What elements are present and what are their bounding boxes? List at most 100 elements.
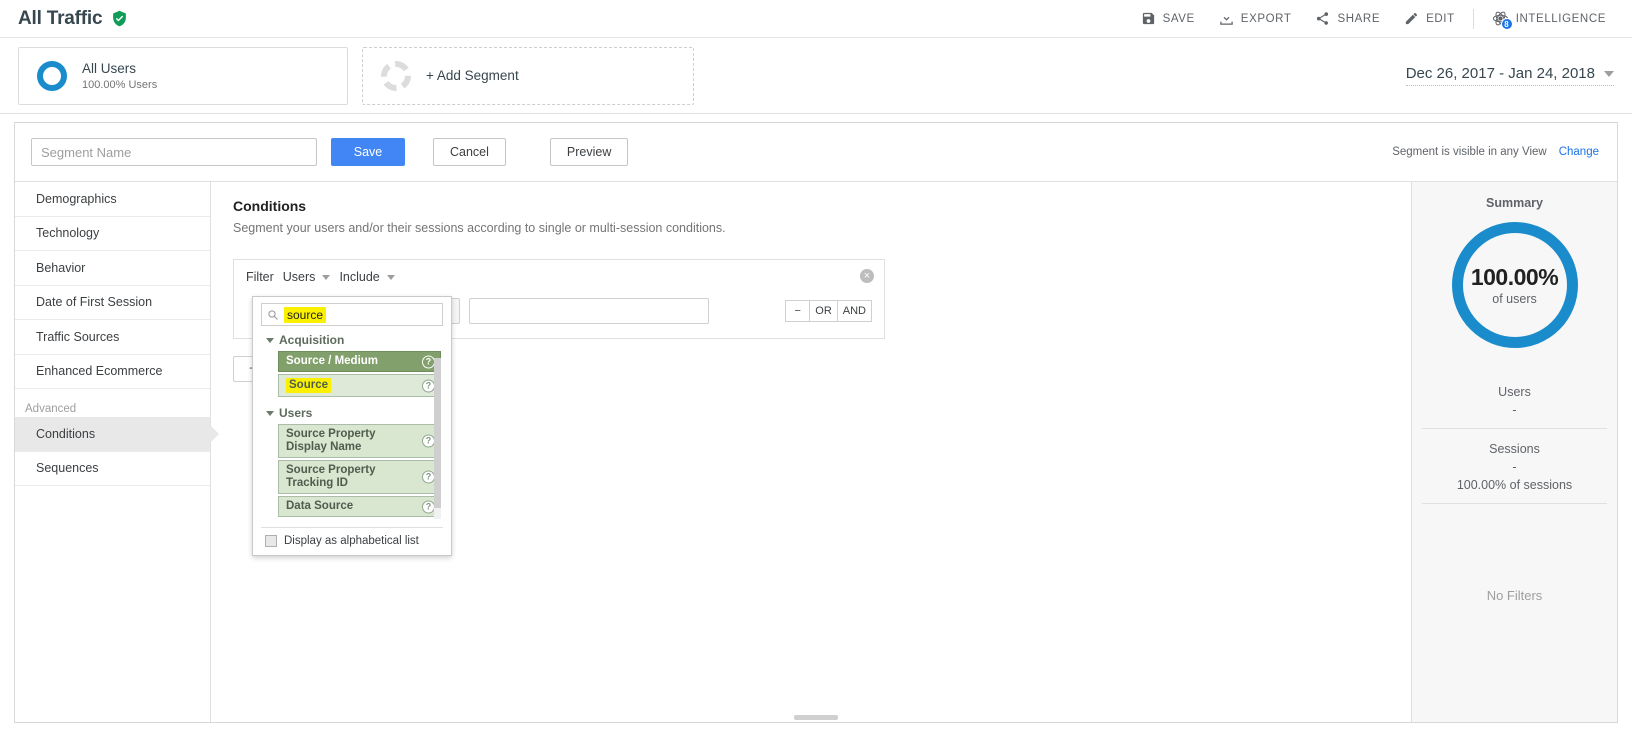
dropdown-item-label: Source / Medium: [286, 355, 378, 368]
dropdown-item-source[interactable]: Source ?: [278, 374, 441, 397]
dropdown-item-source-property-tracking-id[interactable]: Source Property Tracking ID ?: [278, 460, 441, 494]
toolbar-actions: SAVE EXPORT SHARE EDIT: [1129, 5, 1618, 32]
preview-button[interactable]: Preview: [550, 138, 628, 166]
filter-header: Filter Users Include: [246, 270, 872, 284]
save-button[interactable]: SAVE: [1129, 6, 1207, 31]
date-range-picker[interactable]: Dec 26, 2017 - Jan 24, 2018: [1406, 65, 1614, 86]
sidebar-item-enhanced-ecommerce[interactable]: Enhanced Ecommerce: [15, 355, 210, 390]
chevron-down-icon: [387, 275, 395, 280]
sidebar-item-date-of-first-session[interactable]: Date of First Session: [15, 286, 210, 321]
segment-editor-panel: Save Cancel Preview Segment is visible i…: [14, 122, 1618, 723]
segment-editor-toolbar: Save Cancel Preview Segment is visible i…: [15, 123, 1617, 181]
all-users-name: All Users: [82, 61, 157, 76]
segment-name-input[interactable]: [31, 138, 317, 166]
segment-chip-all-users[interactable]: All Users 100.00% Users: [18, 47, 348, 105]
edit-button[interactable]: EDIT: [1392, 6, 1467, 31]
dropdown-item-label: Data Source: [286, 500, 353, 513]
conditions-description: Segment your users and/or their sessions…: [233, 221, 1389, 235]
sidebar-item-behavior[interactable]: Behavior: [15, 251, 210, 286]
add-segment-donut-icon: [381, 61, 411, 91]
sidebar-group-advanced: Advanced: [15, 389, 210, 417]
sidebar-label-traffic-sources: Traffic Sources: [36, 330, 119, 344]
summary-title: Summary: [1486, 196, 1543, 210]
analytics-screen: All Traffic SAVE EXPORT: [0, 0, 1632, 731]
dropdown-item-source-medium[interactable]: Source / Medium ?: [278, 351, 441, 372]
sidebar-item-sequences[interactable]: Sequences: [15, 452, 210, 487]
filter-label: Filter: [246, 270, 274, 284]
share-icon: [1315, 11, 1330, 26]
summary-sessions-percent: 100.00% of sessions: [1422, 478, 1607, 492]
intelligence-button-label: INTELLIGENCE: [1516, 13, 1606, 25]
sidebar-item-technology[interactable]: Technology: [15, 217, 210, 252]
alphabetical-list-row[interactable]: Display as alphabetical list: [261, 527, 443, 549]
sidebar-label-demographics: Demographics: [36, 192, 117, 206]
page-title: All Traffic: [18, 8, 102, 30]
segment-visibility: Segment is visible in any View Change: [1392, 146, 1601, 158]
editor-sidebar: Demographics Technology Behavior Date of…: [15, 182, 211, 722]
sidebar-item-traffic-sources[interactable]: Traffic Sources: [15, 320, 210, 355]
dropdown-scrollbar-thumb[interactable]: [434, 358, 441, 508]
filter-value-input[interactable]: [469, 298, 709, 324]
dropdown-item-label: Source Property Display Name: [286, 428, 414, 454]
save-button-label: SAVE: [1163, 13, 1195, 25]
add-segment-label: + Add Segment: [426, 68, 519, 83]
dropdown-group-users[interactable]: Users: [261, 399, 441, 424]
summary-donut-chart: 100.00% of users: [1452, 222, 1578, 348]
dimension-search-value: source: [284, 307, 326, 323]
filter-scope-select[interactable]: Users: [283, 270, 331, 284]
summary-percent: 100.00%: [1471, 264, 1558, 291]
dropdown-item-data-source[interactable]: Data Source ?: [278, 496, 441, 517]
save-segment-button[interactable]: Save: [331, 138, 405, 166]
and-button[interactable]: AND: [837, 300, 872, 322]
visibility-text: Segment is visible in any View: [1392, 146, 1546, 158]
chevron-down-icon: [322, 275, 330, 280]
summary-panel: Summary 100.00% of users Users - Session…: [1411, 182, 1617, 722]
segment-bar: All Users 100.00% Users + Add Segment De…: [0, 38, 1632, 114]
export-download-icon: [1219, 11, 1234, 26]
resize-handle[interactable]: [794, 715, 838, 720]
sidebar-label-date-of-first-session: Date of First Session: [36, 295, 152, 309]
intelligence-button[interactable]: 8 INTELLIGENCE: [1480, 5, 1618, 32]
dropdown-group-label: Users: [279, 406, 312, 420]
caret-down-icon: [266, 411, 274, 416]
dimension-options-list[interactable]: Acquisition Source / Medium ? Source ?: [261, 326, 443, 519]
dropdown-group-label: Acquisition: [279, 333, 344, 347]
alphabetical-checkbox[interactable]: [265, 535, 277, 547]
summary-users-value: -: [1422, 403, 1607, 417]
dropdown-group-acquisition[interactable]: Acquisition: [261, 326, 441, 351]
filter-mode-select[interactable]: Include: [339, 270, 394, 284]
caret-down-icon: [266, 338, 274, 343]
pencil-edit-icon: [1404, 11, 1419, 26]
add-segment-button[interactable]: + Add Segment: [362, 47, 694, 105]
chevron-down-icon: [1604, 71, 1614, 77]
filter-row-controls: − OR AND: [786, 300, 872, 322]
export-button[interactable]: EXPORT: [1207, 6, 1304, 31]
summary-users-label: Users: [1422, 385, 1607, 399]
summary-sessions-block: Sessions - 100.00% of sessions: [1422, 429, 1607, 504]
sidebar-label-sequences: Sequences: [36, 461, 99, 475]
dropdown-scrollbar[interactable]: [434, 358, 441, 519]
sidebar-label-conditions: Conditions: [36, 427, 95, 441]
sidebar-item-conditions[interactable]: Conditions: [15, 417, 210, 452]
change-visibility-link[interactable]: Change: [1559, 146, 1599, 158]
dimension-search-box[interactable]: source: [261, 303, 443, 326]
all-users-percent: 100.00% Users: [82, 79, 157, 91]
cancel-button[interactable]: Cancel: [433, 138, 506, 166]
summary-sessions-label: Sessions: [1422, 442, 1607, 456]
or-button[interactable]: OR: [809, 300, 838, 322]
close-circle-icon[interactable]: ×: [860, 269, 874, 283]
date-range-label: Dec 26, 2017 - Jan 24, 2018: [1406, 65, 1595, 82]
share-button[interactable]: SHARE: [1303, 6, 1392, 31]
summary-sessions-value: -: [1422, 460, 1607, 474]
remove-condition-button[interactable]: −: [785, 300, 810, 322]
toolbar-divider: [1473, 9, 1474, 29]
conditions-pane: Conditions Segment your users and/or the…: [211, 182, 1411, 722]
conditions-title: Conditions: [233, 198, 1389, 214]
sidebar-item-demographics[interactable]: Demographics: [15, 182, 210, 217]
intelligence-badge: 8: [1501, 18, 1513, 30]
dropdown-item-source-property-display-name[interactable]: Source Property Display Name ?: [278, 424, 441, 458]
dropdown-item-label: Source Property Tracking ID: [286, 464, 414, 490]
edit-button-label: EDIT: [1426, 13, 1455, 25]
share-button-label: SHARE: [1337, 13, 1380, 25]
dimension-dropdown: source Acquisition Source / Medium ? Sou: [252, 296, 452, 556]
